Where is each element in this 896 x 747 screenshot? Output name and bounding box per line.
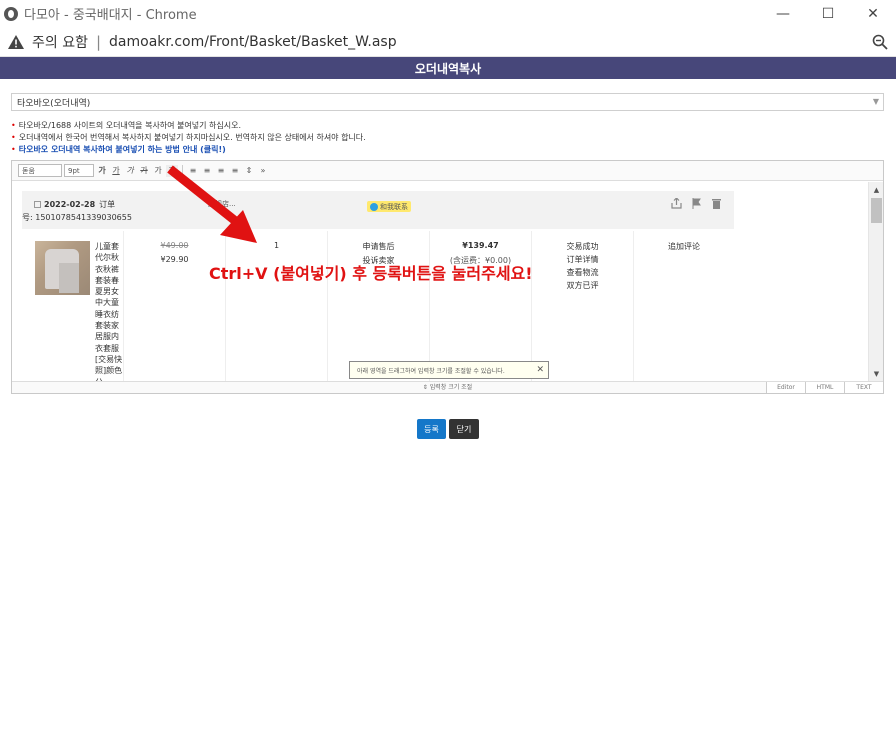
guide-link[interactable]: 타오바오 오더내역 복사하여 붙여넣기 하는 방법 안내 (클릭!): [19, 145, 226, 154]
window-title: 다모아 - 중국배대지 - Chrome: [24, 8, 197, 23]
italic-button[interactable]: 가: [124, 165, 136, 177]
chat-icon: [370, 202, 378, 211]
tab-html[interactable]: HTML: [805, 382, 844, 393]
maximize-icon: ☐: [821, 5, 835, 22]
scroll-up-icon[interactable]: ▲: [869, 182, 884, 197]
note-line-3: • 타오바오 오더내역 복사하여 붙여넣기 하는 방법 안내 (클릭!): [11, 145, 226, 154]
font-size-select[interactable]: 9pt: [64, 164, 94, 177]
url-text[interactable]: damoakr.com/Front/Basket/Basket_W.asp: [109, 34, 397, 50]
order-actions: [670, 197, 722, 209]
total-cell: ¥139.47 (含运费：¥0.00): [430, 231, 532, 381]
address-bar[interactable]: 주의 요함 | damoakr.com/Front/Basket/Basket_…: [0, 27, 896, 57]
add-review-link[interactable]: 追加评论: [634, 241, 734, 252]
close-window-button[interactable]: ✕: [851, 0, 895, 27]
site-favicon-icon: [4, 6, 18, 21]
tooltip-close-icon[interactable]: ✕: [536, 365, 544, 375]
total-price: ¥139.47: [462, 241, 499, 250]
red-arrow-icon: [167, 165, 257, 243]
editor-bottombar: ⇕ 입력창 크기 조절 Editor HTML TEXT: [12, 381, 883, 393]
flag-icon[interactable]: [690, 197, 702, 209]
resize-tooltip: 아래 영역을 드래그하여 입력창 크기를 조절할 수 있습니다. ✕: [349, 361, 549, 379]
product-cell: 儿童套代尔秋衣秋裤套装春夏男女中大童睡衣纺套装家居服内衣套服 [交易快照]颜色分: [22, 231, 124, 381]
order-number: 号: 1501078541339030655: [22, 213, 132, 222]
resize-handle[interactable]: ⇕ 입력창 크기 조절: [12, 382, 883, 394]
order-header: 2022-02-28 订单 号: 1501078541339030655 旗舰店.…: [22, 191, 734, 229]
order-date: 2022-02-28 订单: [34, 199, 115, 210]
note-line-1: • 타오바오/1688 사이트의 오더내역을 복사하여 붙여넣기 하십시오.: [11, 121, 242, 130]
instructions: • 타오바오/1688 사이트의 오더내역을 복사하여 붙여넣기 하십시오. • 오…: [11, 120, 366, 156]
trash-icon[interactable]: [710, 197, 722, 209]
warning-icon[interactable]: [8, 34, 24, 49]
editor-mode-tabs: Editor HTML TEXT: [766, 382, 883, 393]
scroll-thumb[interactable]: [871, 198, 882, 223]
bold-button[interactable]: 가: [96, 165, 108, 177]
address-separator: |: [95, 32, 102, 51]
tab-editor[interactable]: Editor: [766, 382, 805, 393]
scroll-down-icon[interactable]: ▼: [869, 366, 884, 381]
status-success: 交易成功: [566, 242, 599, 251]
chevron-down-icon: ▼: [872, 97, 879, 106]
product-image[interactable]: [35, 241, 90, 295]
page-title: 오더내역복사: [0, 57, 896, 79]
review-status: 双方已评: [566, 281, 599, 290]
order-detail-link[interactable]: 订单详情: [532, 254, 633, 265]
price-cell: ¥49.00 ¥29.90: [124, 231, 226, 381]
maximize-button[interactable]: ☐: [806, 0, 850, 27]
close-icon: ✕: [867, 5, 879, 22]
font-family-select[interactable]: 돋움: [18, 164, 62, 177]
minimize-icon: —: [776, 5, 790, 22]
quantity-cell: 1: [226, 231, 328, 381]
minimize-button[interactable]: —: [761, 0, 805, 27]
tracking-link[interactable]: 查看物流: [532, 267, 633, 278]
paste-instruction: Ctrl+V (붙여넣기) 후 등록버튼을 눌러주세요!: [209, 264, 533, 283]
product-name[interactable]: 儿童套代尔秋衣秋裤套装春夏男女中大童睡衣纺套装家居服内衣套服 [交易快照]颜色分: [95, 241, 125, 381]
strike-button[interactable]: 가: [138, 165, 150, 177]
status-cell: 交易成功 订单详情 查看物流 双方已评: [532, 231, 634, 381]
after-sales-link[interactable]: 申请售后: [328, 241, 429, 252]
zoom-icon[interactable]: [872, 34, 888, 50]
register-button[interactable]: 등록: [417, 419, 446, 439]
contact-badge[interactable]: 和我联系: [367, 201, 411, 212]
editor-scrollbar[interactable]: ▲ ▼: [868, 182, 883, 381]
underline-button[interactable]: 가: [110, 165, 122, 177]
note-line-2: • 오더내역에서 한국어 번역해서 복사하지 붙여넣기 하지마십시오. 번역하지 …: [11, 133, 366, 142]
source-select[interactable]: 타오바오(오더내역) ▼: [11, 93, 884, 111]
editor-toolbar: 돋움 9pt 가 가 가 가 가 가 ≡ ≡ ≡ ≡ ⇕ »: [12, 161, 883, 181]
font-color-button[interactable]: 가: [152, 165, 164, 177]
order-item-row: 儿童套代尔秋衣秋裤套装春夏男女中大童睡衣纺套装家居服内衣套服 [交易快照]颜色分…: [22, 231, 734, 381]
service-cell: 申请售后 投诉卖家: [328, 231, 430, 381]
close-button[interactable]: 닫기: [449, 419, 479, 439]
order-checkbox[interactable]: [34, 201, 41, 208]
security-label[interactable]: 주의 요함: [32, 32, 88, 52]
share-icon[interactable]: [670, 197, 682, 209]
source-select-value: 타오바오(오더내역): [17, 98, 91, 109]
review-cell: 追加评论: [634, 231, 734, 381]
tab-text[interactable]: TEXT: [844, 382, 883, 393]
